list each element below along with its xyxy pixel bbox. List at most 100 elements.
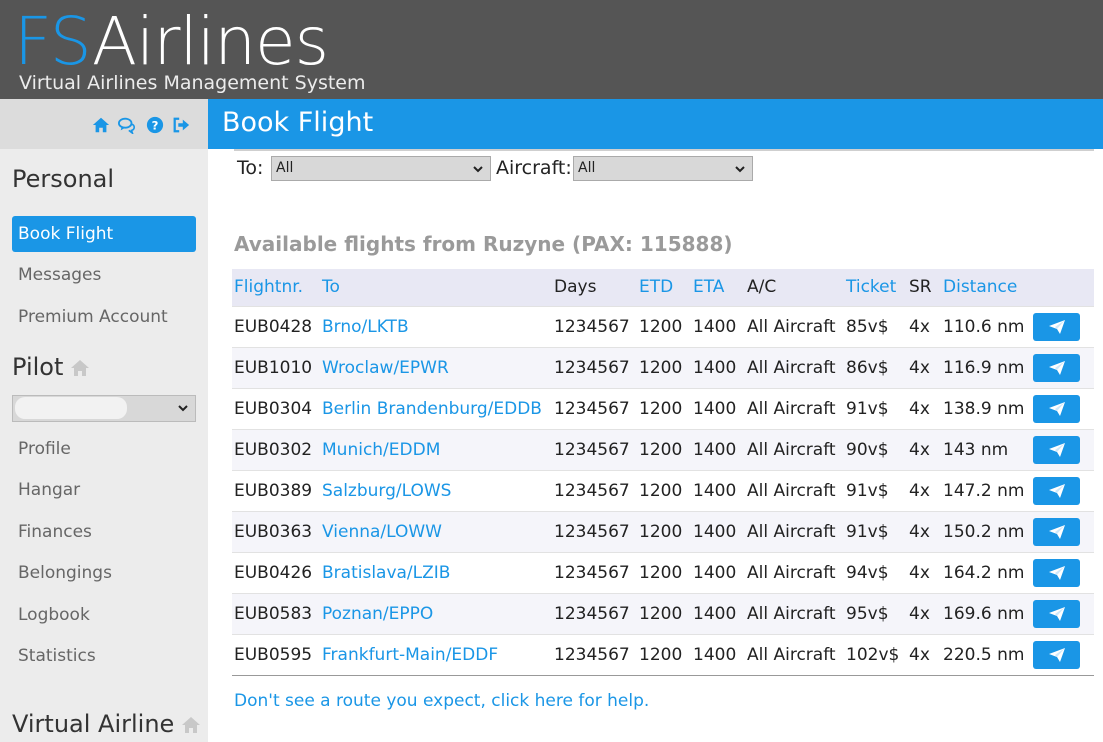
- route-help-link[interactable]: Don't see a route you expect, click here…: [234, 691, 649, 711]
- page-title-bar: Book Flight: [208, 99, 1103, 149]
- destination-link[interactable]: Berlin Brandenburg/EDDB: [320, 387, 552, 429]
- home-icon[interactable]: [69, 358, 91, 378]
- distance: 116.9 nm: [941, 346, 1031, 388]
- aircraft: All Aircraft: [745, 305, 844, 347]
- etd: 1200: [637, 469, 691, 511]
- sidebar-item-messages[interactable]: Messages: [12, 257, 196, 293]
- destination-link[interactable]: Salzburg/LOWS: [320, 469, 552, 511]
- header-to[interactable]: To: [320, 269, 552, 306]
- chat-icon[interactable]: [118, 116, 136, 134]
- header-ticket[interactable]: Ticket: [844, 269, 907, 306]
- destination-link[interactable]: Bratislava/LZIB: [320, 551, 552, 593]
- book-flight-button[interactable]: [1033, 353, 1080, 382]
- ticket: 86v$: [844, 346, 907, 388]
- paper-plane-icon: [1049, 442, 1065, 457]
- book-flight-button[interactable]: [1033, 640, 1080, 669]
- days: 1234567: [552, 428, 637, 470]
- days: 1234567: [552, 592, 637, 634]
- distance: 150.2 nm: [941, 510, 1031, 552]
- flight-number: EUB0302: [232, 428, 320, 470]
- destination-link[interactable]: Vienna/LOWW: [320, 510, 552, 552]
- app-header: FSAirlines Virtual Airlines Management S…: [0, 0, 1103, 99]
- to-filter-select[interactable]: All: [271, 156, 491, 181]
- days: 1234567: [552, 551, 637, 593]
- table-row: EUB0302 Munich/EDDM 1234567 1200 1400 Al…: [232, 428, 1094, 470]
- sidebar-item-statistics[interactable]: Statistics: [12, 638, 196, 674]
- ticket: 91v$: [844, 387, 907, 429]
- table-row: EUB0363 Vienna/LOWW 1234567 1200 1400 Al…: [232, 510, 1094, 552]
- sr: 4x: [907, 592, 941, 634]
- tagline: Virtual Airlines Management System: [19, 72, 366, 94]
- table-row: EUB0426 Bratislava/LZIB 1234567 1200 140…: [232, 551, 1094, 593]
- book-flight-button[interactable]: [1033, 312, 1080, 341]
- eta: 1400: [691, 592, 745, 634]
- help-icon[interactable]: ?: [146, 116, 164, 134]
- flight-number: EUB0304: [232, 387, 320, 429]
- destination-link[interactable]: Poznan/EPPO: [320, 592, 552, 634]
- table-row: EUB0389 Salzburg/LOWS 1234567 1200 1400 …: [232, 469, 1094, 511]
- logo[interactable]: FSAirlines: [14, 2, 329, 82]
- paper-plane-icon: [1049, 565, 1065, 580]
- book-flight-button[interactable]: [1033, 599, 1080, 628]
- eta: 1400: [691, 428, 745, 470]
- pilot-heading: Pilot: [12, 353, 91, 381]
- ticket: 94v$: [844, 551, 907, 593]
- header-flightnr[interactable]: Flightnr.: [232, 269, 320, 306]
- sr: 4x: [907, 305, 941, 347]
- sidebar-toolbar: ?: [0, 99, 208, 149]
- days: 1234567: [552, 387, 637, 429]
- eta: 1400: [691, 551, 745, 593]
- header-eta[interactable]: ETA: [691, 269, 745, 306]
- svg-text:?: ?: [152, 119, 159, 133]
- sidebar-item-logbook[interactable]: Logbook: [12, 597, 196, 633]
- aircraft: All Aircraft: [745, 387, 844, 429]
- ticket: 95v$: [844, 592, 907, 634]
- sidebar-item-book-flight[interactable]: Book Flight: [12, 216, 196, 252]
- paper-plane-icon: [1049, 360, 1065, 375]
- book-flight-button[interactable]: [1033, 517, 1080, 546]
- sr: 4x: [907, 469, 941, 511]
- ticket: 91v$: [844, 469, 907, 511]
- etd: 1200: [637, 387, 691, 429]
- aircraft: All Aircraft: [745, 633, 844, 676]
- virtual-airline-heading: Virtual Airline: [12, 710, 202, 738]
- distance: 143 nm: [941, 428, 1031, 470]
- sidebar-item-premium-account[interactable]: Premium Account: [12, 299, 196, 335]
- paper-plane-icon: [1049, 524, 1065, 539]
- book-flight-button[interactable]: [1033, 435, 1080, 464]
- sidebar-item-belongings[interactable]: Belongings: [12, 555, 196, 591]
- book-flight-button[interactable]: [1033, 476, 1080, 505]
- ticket: 90v$: [844, 428, 907, 470]
- eta: 1400: [691, 469, 745, 511]
- header-sr: SR: [909, 277, 932, 298]
- header-etd[interactable]: ETD: [637, 269, 691, 306]
- table-row: EUB0304 Berlin Brandenburg/EDDB 1234567 …: [232, 387, 1094, 429]
- book-flight-button[interactable]: [1033, 558, 1080, 587]
- action-cell: [1031, 592, 1094, 634]
- flight-number: EUB1010: [232, 346, 320, 388]
- header-distance[interactable]: Distance: [941, 269, 1031, 306]
- chevron-down-icon: [735, 166, 745, 173]
- page-title: Book Flight: [222, 107, 374, 138]
- sidebar-item-finances[interactable]: Finances: [12, 514, 196, 550]
- action-cell: [1031, 346, 1094, 388]
- sidebar-item-profile[interactable]: Profile: [12, 431, 196, 467]
- book-flight-button[interactable]: [1033, 394, 1080, 423]
- sidebar-item-hangar[interactable]: Hangar: [12, 472, 196, 508]
- logout-icon[interactable]: [172, 116, 190, 134]
- aircraft-filter-select[interactable]: All: [573, 156, 753, 181]
- eta: 1400: [691, 633, 745, 676]
- days: 1234567: [552, 510, 637, 552]
- flight-number: EUB0426: [232, 551, 320, 593]
- destination-link[interactable]: Brno/LKTB: [320, 305, 552, 347]
- to-filter-label: To:: [237, 157, 264, 179]
- action-cell: [1031, 387, 1094, 429]
- home-icon[interactable]: [92, 116, 110, 134]
- home-icon[interactable]: [180, 715, 202, 735]
- distance: 169.6 nm: [941, 592, 1031, 634]
- destination-link[interactable]: Munich/EDDM: [320, 428, 552, 470]
- destination-link[interactable]: Frankfurt-Main/EDDF: [320, 633, 552, 676]
- destination-link[interactable]: Wroclaw/EPWR: [320, 346, 552, 388]
- etd: 1200: [637, 510, 691, 552]
- pilot-select[interactable]: [12, 395, 196, 422]
